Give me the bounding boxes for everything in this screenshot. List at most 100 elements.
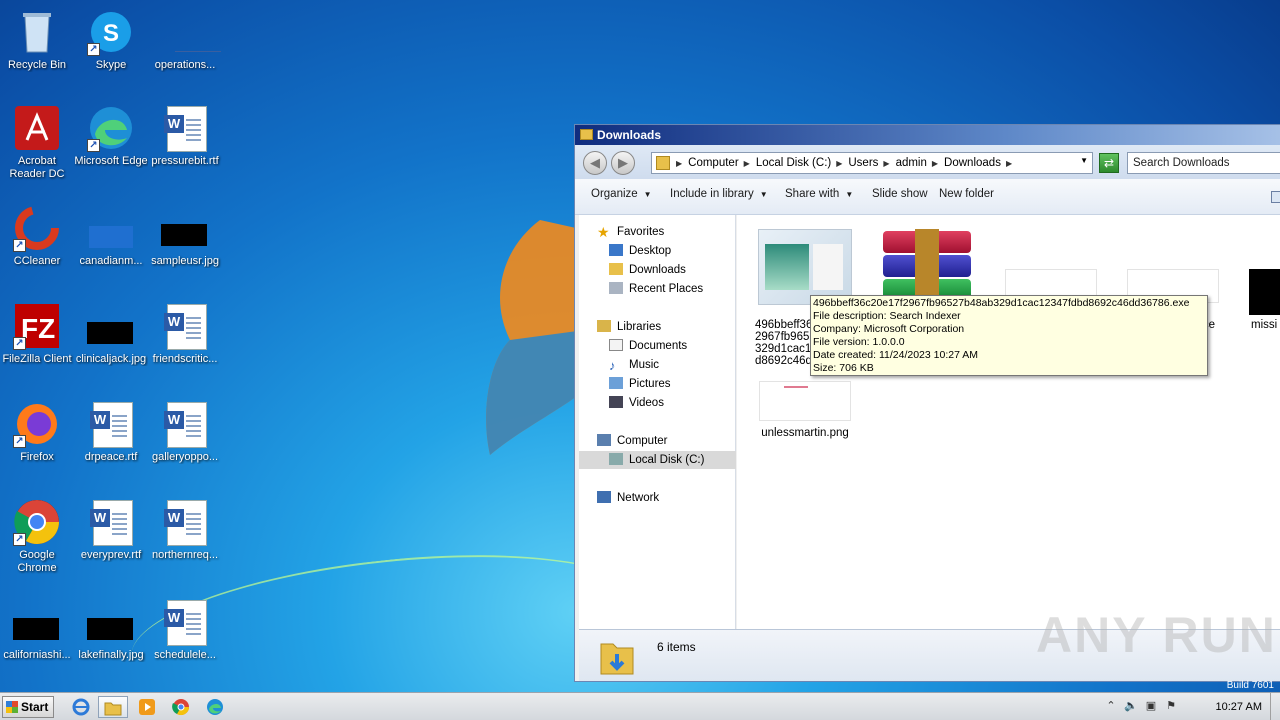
- nav-downloads[interactable]: Downloads: [609, 261, 686, 279]
- desktop-icon-label: pressurebit.rtf: [151, 155, 219, 167]
- edge-icon[interactable]: [200, 696, 230, 718]
- desktop-icon-label: CCleaner: [13, 255, 61, 267]
- search-input[interactable]: Search Downloads: [1127, 152, 1280, 174]
- nav-videos[interactable]: Videos: [609, 394, 664, 412]
- nav-pictures[interactable]: Pictures: [609, 375, 671, 393]
- share-with-button[interactable]: Share with ▼: [785, 188, 853, 200]
- nav-favorites[interactable]: ★ Favorites: [597, 223, 664, 241]
- chevron-right-icon[interactable]: ▶: [676, 159, 682, 168]
- breadcrumb-users[interactable]: Users: [848, 157, 878, 169]
- desktop-icon-galleryoppo[interactable]: W galleryoppo...: [148, 400, 222, 464]
- include-in-library-button[interactable]: Include in library ▼: [670, 188, 768, 200]
- file-item-png[interactable]: unlessmartin.png: [755, 381, 855, 439]
- desktop-icon-label: sampleusr.jpg: [151, 255, 219, 267]
- desktop-icon-label: Skype: [95, 59, 127, 71]
- breadcrumb-admin[interactable]: admin: [896, 157, 927, 169]
- refresh-button[interactable]: ⇄: [1099, 153, 1119, 173]
- file-item-black[interactable]: missi: [1245, 269, 1280, 331]
- address-bar[interactable]: ▶ Computer ▶ Local Disk (C:) ▶ Users ▶ a…: [651, 152, 1093, 174]
- new-folder-button[interactable]: New folder: [939, 188, 994, 200]
- navigation-pane: ★ Favorites Desktop Downloads Recent Plac…: [579, 215, 736, 629]
- desktop-icon-northernreq[interactable]: W northernreq...: [148, 498, 222, 562]
- explorer-folder-icon[interactable]: [98, 696, 128, 718]
- file-info-tooltip: 496bbeff36c20e17f2967fb96527b48ab329d1ca…: [810, 295, 1208, 376]
- file-thumbnail-icon: [87, 204, 135, 252]
- desktop-icon-lakefinally[interactable]: lakefinally.jpg: [74, 598, 148, 662]
- change-view-icon[interactable]: [1271, 191, 1280, 203]
- breadcrumb-computer[interactable]: Computer: [688, 157, 739, 169]
- slide-show-button[interactable]: Slide show: [872, 188, 928, 200]
- desktop-icon-edge[interactable]: ↗ Microsoft Edge: [74, 104, 148, 168]
- desktop-icon-chrome[interactable]: ↗ Google Chrome: [0, 498, 74, 575]
- application-thumbnail-icon: [758, 229, 852, 305]
- desktop-icon-clinicaljack[interactable]: clinicaljack.jpg: [74, 302, 148, 366]
- address-dropdown-icon[interactable]: ▼: [1080, 156, 1088, 165]
- nav-documents[interactable]: Documents: [609, 337, 687, 355]
- window-titlebar[interactable]: Downloads: [575, 125, 1280, 145]
- tooltip-description: File description: Search Indexer: [813, 310, 961, 322]
- desktop-icon-everyprev[interactable]: W everyprev.rtf: [74, 498, 148, 562]
- file-list-pane: 496bbeff36 2967fb9652 329d1cac12 d8692c4…: [737, 215, 1280, 629]
- file-item-winrar[interactable]: [877, 229, 977, 305]
- network-tray-icon[interactable]: ▣: [1144, 699, 1158, 713]
- image-thumbnail-icon: [759, 381, 851, 421]
- image-thumbnail-icon: [13, 598, 61, 646]
- nav-music[interactable]: ♪ Music: [609, 356, 659, 374]
- ccleaner-icon: ↗ ↗: [13, 204, 61, 252]
- breadcrumb-local-disk[interactable]: Local Disk (C:): [756, 157, 831, 169]
- word-document-icon: W: [161, 104, 209, 152]
- flag-icon[interactable]: ⚑: [1164, 699, 1178, 713]
- clock[interactable]: 10:27 AM: [1216, 701, 1262, 713]
- start-button[interactable]: Start: [2, 696, 54, 718]
- chevron-right-icon[interactable]: ▶: [883, 159, 889, 168]
- desktop-icon-acrobat[interactable]: Acrobat Reader DC: [0, 104, 74, 181]
- chevron-right-icon[interactable]: ▶: [836, 159, 842, 168]
- desktop-icon-sampleusr[interactable]: sampleusr.jpg: [148, 204, 222, 268]
- nav-recent-places[interactable]: Recent Places: [609, 280, 703, 298]
- chevron-right-icon[interactable]: ▶: [932, 159, 938, 168]
- desktop-icon-skype[interactable]: S ↗ Skype: [74, 8, 148, 72]
- documents-icon: [609, 339, 623, 351]
- back-button[interactable]: ◀: [583, 151, 607, 175]
- desktop-icon-drpeace[interactable]: W drpeace.rtf: [74, 400, 148, 464]
- desktop-icon-friendscritic[interactable]: W friendscritic...: [148, 302, 222, 366]
- word-document-icon: W: [161, 498, 209, 546]
- chevron-right-icon[interactable]: ▶: [1006, 159, 1012, 168]
- word-document-icon: W: [161, 302, 209, 350]
- speaker-icon[interactable]: 🔈: [1124, 699, 1138, 713]
- desktop-icon-californiashi[interactable]: californiashi...: [0, 598, 74, 662]
- videos-icon: [609, 396, 623, 408]
- chrome-icon[interactable]: [166, 696, 196, 718]
- image-thumbnail-icon: [161, 204, 209, 252]
- word-document-icon: W: [87, 498, 135, 546]
- desktop-icon-pressurebit[interactable]: W pressurebit.rtf: [148, 104, 222, 168]
- desktop-icon-label: drpeace.rtf: [84, 451, 138, 463]
- organize-button[interactable]: Organize ▼: [591, 188, 652, 200]
- internet-explorer-icon[interactable]: [66, 696, 96, 718]
- windows-build-label: Build 7601: [1226, 680, 1274, 691]
- desktop-icon-filezilla[interactable]: FZ ↗ FileZilla Client: [0, 302, 74, 366]
- desktop-icon-operations[interactable]: operations...: [148, 8, 222, 72]
- media-player-icon[interactable]: [132, 696, 162, 718]
- nav-libraries[interactable]: Libraries: [597, 318, 661, 336]
- desktop-icon-schedulele[interactable]: W schedulele...: [148, 598, 222, 662]
- desktop-icon-label: northernreq...: [151, 549, 219, 561]
- nav-network[interactable]: Network: [597, 489, 659, 507]
- nav-local-disk[interactable]: Local Disk (C:): [579, 451, 736, 469]
- chevron-right-icon[interactable]: ▶: [744, 159, 750, 168]
- show-hidden-icons-icon[interactable]: ⌃: [1104, 699, 1118, 713]
- nav-computer[interactable]: Computer: [597, 432, 668, 450]
- desktop-icon-firefox[interactable]: ↗ Firefox: [0, 400, 74, 464]
- show-desktop-button[interactable]: [1270, 693, 1280, 720]
- nav-desktop[interactable]: Desktop: [609, 242, 671, 260]
- desktop-icon-label: schedulele...: [154, 649, 216, 661]
- desktop-icon-ccleaner[interactable]: ↗ ↗ CCleaner: [0, 204, 74, 268]
- desktop-icon-recycle-bin[interactable]: Recycle Bin: [0, 8, 74, 72]
- forward-button[interactable]: ▶: [611, 151, 635, 175]
- shortcut-arrow-icon: ↗: [13, 533, 26, 546]
- desktop-icon-label: operations...: [154, 59, 216, 71]
- desktop-icon-canadianm[interactable]: canadianm...: [74, 204, 148, 268]
- breadcrumb-downloads[interactable]: Downloads: [944, 157, 1001, 169]
- skype-icon: S ↗: [87, 8, 135, 56]
- computer-icon: [597, 434, 611, 446]
